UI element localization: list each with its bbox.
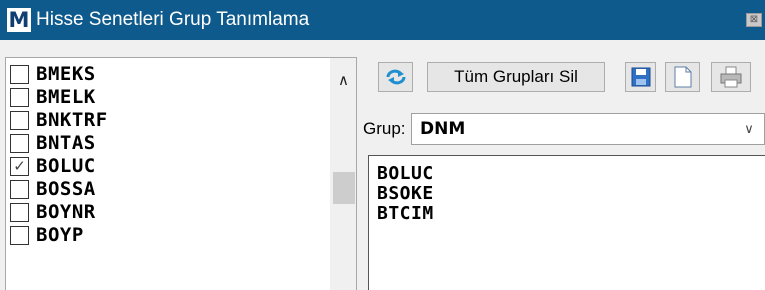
checkbox[interactable]: [10, 134, 29, 153]
checkbox[interactable]: [10, 88, 29, 107]
stock-label: BNTAS: [36, 132, 96, 154]
list-item[interactable]: BMEKS: [9, 63, 309, 86]
scroll-up-icon[interactable]: ∧: [330, 68, 356, 94]
list-item[interactable]: BNTAS: [9, 132, 309, 155]
stock-label: BNKTRF: [36, 109, 108, 131]
checkbox[interactable]: [10, 180, 29, 199]
stock-label: BMELK: [36, 86, 96, 108]
stock-checklist: BMEKS BMELK BNKTRF BNTAS ✓ BOLUC BOSSA B…: [5, 57, 357, 290]
new-document-button[interactable]: [665, 62, 700, 92]
app-logo: M: [7, 8, 31, 32]
list-item[interactable]: BOYP: [9, 224, 309, 247]
stock-label: BOLUC: [36, 155, 96, 177]
title-bar: M Hisse Senetleri Grup Tanımlama ⊠: [0, 0, 765, 40]
scroll-thumb[interactable]: [333, 172, 355, 204]
list-item[interactable]: BOYNR: [9, 201, 309, 224]
member-line: BSOKE: [377, 183, 434, 204]
close-button[interactable]: ⊠: [746, 13, 762, 27]
save-button[interactable]: [625, 62, 656, 92]
list-item[interactable]: BOSSA: [9, 178, 309, 201]
list-item[interactable]: BNKTRF: [9, 109, 309, 132]
delete-all-groups-button[interactable]: Tüm Grupları Sil: [427, 62, 605, 92]
members-list: BOLUC BSOKE BTCIM: [377, 164, 434, 224]
vertical-scrollbar[interactable]: ∧: [330, 58, 356, 290]
stock-label: BOYNR: [36, 201, 96, 223]
list-item[interactable]: ✓ BOLUC: [9, 155, 309, 178]
group-members-box[interactable]: BOLUC BSOKE BTCIM: [368, 155, 765, 290]
checkbox[interactable]: [10, 203, 29, 222]
refresh-button[interactable]: [378, 62, 413, 92]
chevron-down-icon[interactable]: ∨: [734, 114, 764, 144]
list-item[interactable]: BMELK: [9, 86, 309, 109]
group-select[interactable]: DNM ∨: [411, 113, 765, 145]
window-title: Hisse Senetleri Grup Tanımlama: [36, 9, 310, 30]
stock-label: BMEKS: [36, 63, 96, 85]
stock-label: BOSSA: [36, 178, 96, 200]
checkbox[interactable]: [10, 65, 29, 84]
member-line: BTCIM: [377, 203, 434, 224]
menu-strip: [0, 40, 765, 52]
member-line: BOLUC: [377, 163, 434, 184]
checkbox[interactable]: [10, 226, 29, 245]
checkbox[interactable]: ✓: [10, 157, 29, 176]
toolbar: Tüm Grupları Sil: [370, 62, 765, 92]
group-value: DNM: [420, 119, 466, 139]
stock-label: BOYP: [36, 224, 84, 246]
checkbox[interactable]: [10, 111, 29, 130]
group-label: Grup:: [363, 119, 406, 138]
print-button[interactable]: [711, 62, 751, 92]
stock-list: BMEKS BMELK BNKTRF BNTAS ✓ BOLUC BOSSA B…: [9, 63, 309, 247]
